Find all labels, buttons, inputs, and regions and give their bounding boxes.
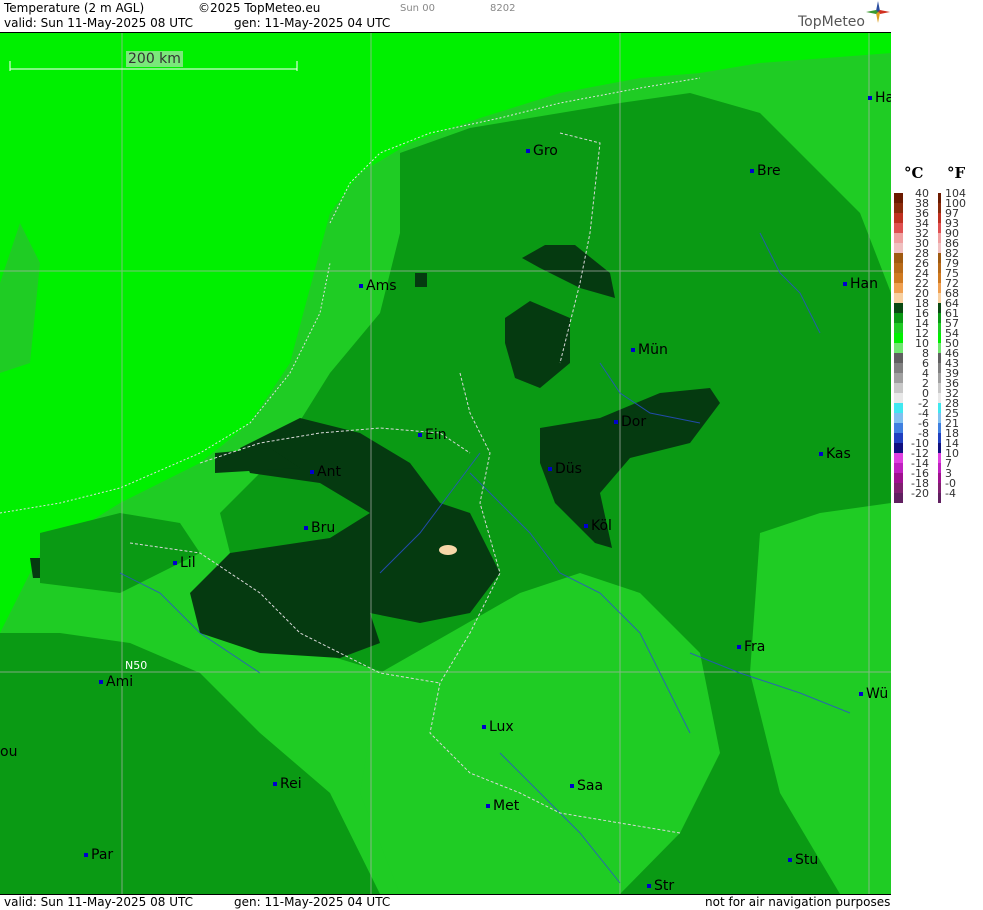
legend-swatch — [938, 483, 941, 493]
legend-swatch — [938, 263, 941, 273]
legend-swatch — [938, 393, 941, 403]
city-label: Met — [486, 798, 519, 814]
latitude-label: N50 — [125, 659, 148, 672]
legend-swatch — [938, 283, 941, 293]
legend-swatch — [938, 293, 941, 303]
legend-swatch — [938, 243, 941, 253]
legend-swatch — [938, 213, 941, 223]
copyright: ©2025 TopMeteo.eu — [198, 1, 321, 15]
city-label: Dor — [614, 414, 646, 430]
footer-valid: valid: Sun 11-May-2025 08 UTC — [4, 895, 193, 909]
city-label: Ha — [868, 90, 891, 106]
city-label: Saa — [570, 778, 603, 794]
legend-swatch — [938, 493, 941, 503]
legend-swatch — [938, 463, 941, 473]
city-label: Str — [647, 878, 674, 894]
legend-swatch — [938, 403, 941, 413]
legend-swatch — [938, 333, 941, 343]
valid-time: valid: Sun 11-May-2025 08 UTC — [4, 16, 193, 30]
legend-swatch — [938, 383, 941, 393]
header: Temperature (2 m AGL) ©2025 TopMeteo.eu … — [0, 0, 891, 33]
scale-label: 200 km — [126, 51, 183, 67]
legend-swatch — [938, 313, 941, 323]
code-label: 8202 — [490, 3, 516, 14]
city-label: Lil — [173, 555, 196, 571]
legend-swatch — [938, 203, 941, 213]
legend-swatch — [938, 253, 941, 263]
legend-swatch — [938, 363, 941, 373]
legend-swatch — [938, 323, 941, 333]
city-label: Gro — [526, 143, 558, 159]
disclaimer: not for air navigation purposes — [705, 895, 891, 909]
logo-text: TopMeteo — [798, 14, 865, 30]
fahrenheit-tick-label: -4 — [945, 487, 956, 500]
city-label: Düs — [548, 461, 582, 477]
city-label: Wü — [859, 686, 888, 702]
city-label: Han — [843, 276, 878, 292]
footer: valid: Sun 11-May-2025 08 UTC gen: 11-Ma… — [0, 894, 891, 910]
city-label: Rei — [273, 776, 302, 792]
city-label: Ams — [359, 278, 397, 294]
color-legend: °C °F 40 38 36 34 32 30 28 26 24 22 20 18 16 14 12 10 8 6… — [892, 0, 983, 909]
legend-swatch — [938, 373, 941, 383]
compass-logo-icon — [866, 1, 890, 23]
legend-swatch — [938, 233, 941, 243]
city-label: Par — [84, 847, 113, 863]
legend-swatch — [938, 433, 941, 443]
legend-swatch — [938, 223, 941, 233]
legend-swatch — [938, 353, 941, 363]
legend-swatch — [938, 343, 941, 353]
legend-swatch — [938, 453, 941, 463]
city-label: Ant — [310, 464, 341, 480]
run-label: Sun 00 — [400, 3, 435, 14]
city-label: Kas — [819, 446, 851, 462]
city-label: Bre — [750, 163, 781, 179]
legend-swatch — [938, 193, 941, 203]
city-label: Mün — [631, 342, 668, 358]
city-label: Lux — [482, 719, 514, 735]
city-label: Ami — [99, 674, 133, 690]
gen-time: gen: 11-May-2025 04 UTC — [234, 16, 391, 30]
city-label: ou — [0, 744, 18, 760]
fahrenheit-unit: °F — [947, 164, 966, 182]
legend-swatch — [938, 303, 941, 313]
temperature-map[interactable]: 200 km N50 Gro Bre Ha Ams Han Mün Ein Do… — [0, 33, 891, 894]
fahrenheit-color-bar — [938, 193, 941, 503]
celsius-unit: °C — [904, 164, 924, 182]
city-label: Fra — [737, 639, 765, 655]
map-title: Temperature (2 m AGL) — [4, 1, 145, 15]
city-label: Stu — [788, 852, 818, 868]
legend-swatch — [938, 423, 941, 433]
celsius-tick-label: -20 — [911, 487, 929, 500]
legend-swatch — [938, 443, 941, 453]
city-label: Ein — [418, 427, 447, 443]
legend-swatch — [938, 413, 941, 423]
city-label: Bru — [304, 520, 335, 536]
legend-swatch — [938, 273, 941, 283]
city-label: Köl — [584, 518, 612, 534]
footer-gen: gen: 11-May-2025 04 UTC — [234, 895, 391, 909]
legend-swatch — [938, 473, 941, 483]
